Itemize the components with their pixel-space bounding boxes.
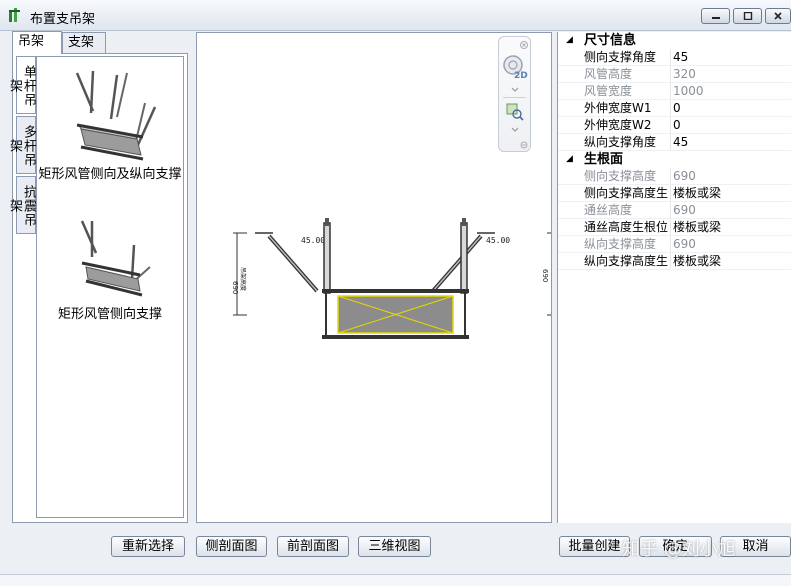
property-value[interactable]: 45 — [673, 49, 688, 65]
dimension-left-value: 690 — [231, 281, 239, 294]
property-row[interactable]: 纵向支撑角度 45 — [558, 134, 791, 151]
category-title: 生根面 — [584, 152, 624, 167]
property-value: 690 — [673, 237, 696, 251]
gallery-caption: 矩形风管侧向支撑 — [57, 307, 162, 322]
front-section-button[interactable]: 前剖面图 — [277, 536, 349, 557]
property-key: 通丝高度 — [584, 203, 633, 217]
gallery-item-lateral[interactable]: 矩形风管侧向支撑 — [37, 217, 183, 322]
category-root-surface[interactable]: ◢ 生根面 — [558, 151, 791, 168]
property-key: 外伸宽度W1 — [584, 101, 652, 115]
view-3d-button[interactable]: 三维视图 — [358, 536, 431, 557]
hanger-thumbnail-icon — [75, 70, 157, 161]
tab-hanger[interactable]: 吊架 — [12, 31, 62, 54]
close-icon — [774, 12, 782, 20]
title-bar: 布置支吊架 — [0, 0, 791, 31]
hanger-library-panel: 单杆吊架 多杆吊架 抗震吊架 矩形风管侧向及纵向支撑 矩形风管侧向支撑 — [7, 53, 188, 523]
collapse-icon[interactable]: ◢ — [566, 32, 573, 49]
property-key: 纵向支撑高度生 — [584, 254, 669, 268]
property-key: 外伸宽度W2 — [584, 118, 652, 132]
hanger-gallery: 矩形风管侧向及纵向支撑 矩形风管侧向支撑 — [36, 56, 184, 518]
property-key: 侧向支撑高度 — [584, 169, 657, 183]
batch-create-button[interactable]: 批量创建 — [559, 536, 630, 557]
reselect-button[interactable]: 重新选择 — [111, 536, 185, 557]
hanger-thumbnail-icon — [80, 220, 151, 297]
property-value: 690 — [673, 169, 696, 183]
dialog-window: 布置支吊架 吊架 支架 单杆吊架 多杆吊架 抗震吊架 矩形风管侧向及纵向支撑 矩… — [0, 0, 791, 586]
property-value: 1000 — [673, 84, 704, 98]
property-row: 纵向支撑高度 690 — [558, 236, 791, 253]
property-key: 风管高度 — [584, 67, 633, 81]
property-key: 侧向支撑角度 — [584, 50, 657, 64]
preview-viewport[interactable]: 2D 690 吊架高度 690 45.00 45.00 — [196, 32, 552, 523]
property-value[interactable]: 0 — [673, 117, 681, 133]
window-title: 布置支吊架 — [30, 12, 96, 27]
brace-angle-left: 45.00 — [301, 236, 325, 245]
property-key: 通丝高度生根位 — [584, 220, 669, 234]
brace-angle-right: 45.00 — [486, 236, 510, 245]
property-grid: ◢ 尺寸信息 侧向支撑角度 45 风管高度 320 风管宽度 1000 外伸宽度W1 0… — [557, 32, 791, 523]
tab-support[interactable]: 支架 — [62, 32, 106, 53]
property-value[interactable]: 楼板或梁 — [673, 253, 721, 269]
property-row: 侧向支撑高度 690 — [558, 168, 791, 185]
vtab-multi-rod[interactable]: 多杆吊架 — [7, 116, 36, 174]
close-button[interactable] — [765, 8, 791, 24]
vtab-single-rod[interactable]: 单杆吊架 — [7, 56, 36, 114]
property-key: 侧向支撑高度生 — [584, 186, 669, 200]
property-row[interactable]: 侧向支撑角度 45 — [558, 49, 791, 66]
property-row[interactable]: 纵向支撑高度生 楼板或梁 — [558, 253, 791, 270]
vtab-seismic[interactable]: 抗震吊架 — [7, 176, 36, 234]
gallery-caption: 矩形风管侧向及纵向支撑 — [38, 167, 182, 182]
property-row: 风管高度 320 — [558, 66, 791, 83]
property-row[interactable]: 外伸宽度W2 0 — [558, 117, 791, 134]
minimize-icon — [711, 17, 720, 19]
category-title: 尺寸信息 — [584, 33, 637, 48]
category-size-info[interactable]: ◢ 尺寸信息 — [558, 32, 791, 49]
property-row[interactable]: 通丝高度生根位 楼板或梁 — [558, 219, 791, 236]
minimize-button[interactable] — [701, 8, 730, 24]
maximize-button[interactable] — [733, 8, 762, 24]
property-key: 风管宽度 — [584, 84, 633, 98]
gallery-item-lateral-longitudinal[interactable]: 矩形风管侧向及纵向支撑 — [37, 67, 183, 182]
property-row: 通丝高度 690 — [558, 202, 791, 219]
property-key: 纵向支撑角度 — [584, 135, 657, 149]
watermark-text: 知乎 @刘小旭 — [622, 539, 736, 560]
bottom-strip — [0, 574, 791, 586]
property-value: 320 — [673, 67, 696, 81]
property-value[interactable]: 0 — [673, 100, 681, 116]
property-value: 690 — [673, 203, 696, 217]
property-value[interactable]: 楼板或梁 — [673, 185, 721, 201]
property-row[interactable]: 外伸宽度W1 0 — [558, 100, 791, 117]
property-row: 风管宽度 1000 — [558, 83, 791, 100]
property-value[interactable]: 45 — [673, 134, 688, 150]
hanger-section-drawing: 690 吊架高度 690 45.00 45.00 — [231, 218, 551, 339]
side-section-button[interactable]: 侧剖面图 — [196, 536, 267, 557]
dimension-left-note: 吊架高度 — [239, 267, 247, 291]
property-value[interactable]: 楼板或梁 — [673, 219, 721, 235]
property-row[interactable]: 侧向支撑高度生 楼板或梁 — [558, 185, 791, 202]
dimension-right-value: 690 — [541, 269, 549, 282]
maximize-icon — [743, 12, 752, 20]
property-key: 纵向支撑高度 — [584, 237, 657, 251]
app-icon — [9, 8, 20, 22]
collapse-icon[interactable]: ◢ — [566, 151, 573, 168]
